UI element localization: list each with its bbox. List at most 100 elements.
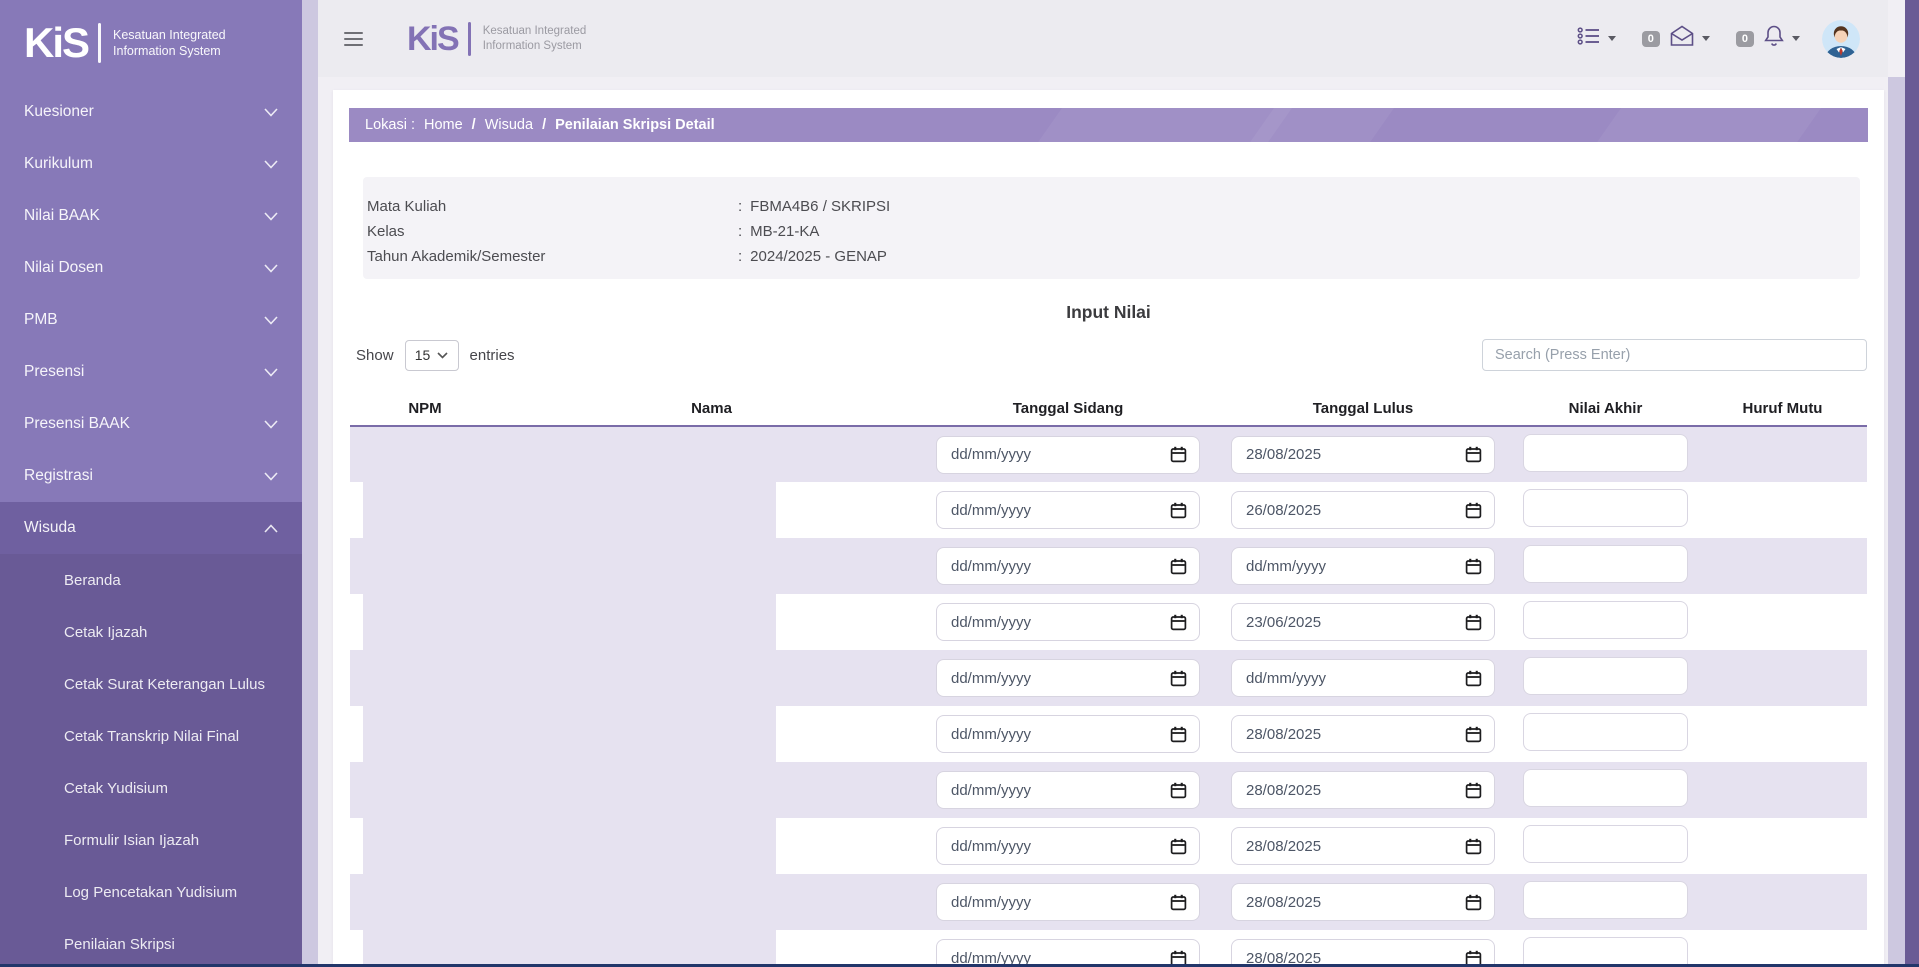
column-header-huruf-mutu: Huruf Mutu [1698, 392, 1867, 426]
sidebar-item-kuesioner[interactable]: Kuesioner [0, 86, 302, 138]
sidebar-subitem-penilaian-skripsi[interactable]: Penilaian Skripsi [0, 918, 302, 967]
sidebar-item-label: PMB [24, 311, 58, 329]
calendar-icon [1170, 894, 1187, 911]
sidebar-subitem-cetak-yudisium[interactable]: Cetak Yudisium [0, 762, 302, 814]
mail-icon [1669, 25, 1695, 52]
column-header-nama: Nama [500, 392, 923, 426]
tanggal-sidang-input[interactable]: dd/mm/yyyy [936, 827, 1200, 865]
date-value: 26/08/2025 [1246, 502, 1321, 519]
breadcrumb-link-home[interactable]: Home [424, 117, 463, 133]
chevron-down-icon [264, 212, 278, 221]
page-scrollbar-thumb[interactable] [1905, 0, 1919, 967]
sidebar-subitem-formulir-isian-ijazah[interactable]: Formulir Isian Ijazah [0, 814, 302, 866]
sidebar-item-wisuda[interactable]: Wisuda [0, 502, 302, 554]
tanggal-sidang-input[interactable]: dd/mm/yyyy [936, 547, 1200, 585]
tanggal-sidang-input[interactable]: dd/mm/yyyy [936, 491, 1200, 529]
sidebar-item-registrasi[interactable]: Registrasi [0, 450, 302, 502]
sidebar-subitem-cetak-surat-keterangan-lulus[interactable]: Cetak Surat Keterangan Lulus [0, 658, 302, 710]
calendar-icon [1465, 782, 1482, 799]
chevron-down-icon [264, 160, 278, 169]
nilai-akhir-input[interactable] [1523, 434, 1688, 472]
info-label: Kelas [367, 223, 738, 240]
date-value: dd/mm/yyyy [951, 446, 1031, 463]
breadcrumb-link-wisuda[interactable]: Wisuda [485, 117, 533, 133]
info-value: FBMA4B6 / SKRIPSI [750, 198, 890, 215]
sidebar: KiS Kesatuan Integrated Information Syst… [0, 0, 302, 967]
tanggal-sidang-input[interactable]: dd/mm/yyyy [936, 771, 1200, 809]
nilai-akhir-input[interactable] [1523, 489, 1688, 527]
info-row: Kelas:MB-21-KA [367, 219, 1860, 244]
tanggal-lulus-input[interactable]: 23/06/2025 [1231, 603, 1495, 641]
nilai-akhir-input[interactable] [1523, 881, 1688, 919]
chevron-down-icon [264, 316, 278, 325]
breadcrumb: Lokasi : Home / Wisuda / Penilaian Skrip… [349, 108, 1868, 142]
sidebar-item-pmb[interactable]: PMB [0, 294, 302, 346]
sidebar-item-label: Wisuda [24, 519, 76, 537]
nilai-akhir-input[interactable] [1523, 937, 1688, 967]
sidebar-subitem-cetak-transkrip-nilai-final[interactable]: Cetak Transkrip Nilai Final [0, 710, 302, 762]
tanggal-lulus-input[interactable]: dd/mm/yyyy [1231, 547, 1495, 585]
avatar[interactable] [1822, 20, 1860, 58]
sidebar-subitem-beranda[interactable]: Beranda [0, 554, 302, 606]
tanggal-sidang-input[interactable]: dd/mm/yyyy [936, 603, 1200, 641]
sidebar-subitem-log-pencetakan-yudisium[interactable]: Log Pencetakan Yudisium [0, 866, 302, 918]
calendar-icon [1465, 502, 1482, 519]
menu-toggle-icon[interactable] [340, 26, 367, 52]
tanggal-lulus-input[interactable]: 28/08/2025 [1231, 771, 1495, 809]
page-scrollbar-track[interactable] [1888, 77, 1905, 967]
chevron-down-icon [264, 472, 278, 481]
tanggal-lulus-input[interactable]: dd/mm/yyyy [1231, 659, 1495, 697]
huruf-mutu-cell [1698, 930, 1867, 967]
nilai-akhir-input[interactable] [1523, 713, 1688, 751]
calendar-icon [1465, 614, 1482, 631]
date-value: dd/mm/yyyy [951, 670, 1031, 687]
sidebar-subitem-cetak-ijazah[interactable]: Cetak Ijazah [0, 606, 302, 658]
sidebar-item-nilai-baak[interactable]: Nilai BAAK [0, 190, 302, 242]
tasks-menu[interactable] [1577, 26, 1616, 51]
tanggal-sidang-input[interactable]: dd/mm/yyyy [936, 436, 1200, 474]
huruf-mutu-cell [1698, 762, 1867, 818]
calendar-icon [1465, 670, 1482, 687]
calendar-icon [1170, 838, 1187, 855]
tanggal-lulus-input[interactable]: 28/08/2025 [1231, 715, 1495, 753]
tanggal-sidang-input[interactable]: dd/mm/yyyy [936, 883, 1200, 921]
huruf-mutu-cell [1698, 538, 1867, 594]
nilai-akhir-input[interactable] [1523, 601, 1688, 639]
date-value: 23/06/2025 [1246, 614, 1321, 631]
search-input[interactable] [1482, 339, 1867, 371]
main-content: Lokasi : Home / Wisuda / Penilaian Skrip… [333, 90, 1884, 967]
list-icon [1577, 26, 1601, 51]
tanggal-sidang-input[interactable]: dd/mm/yyyy [936, 659, 1200, 697]
tanggal-sidang-input[interactable]: dd/mm/yyyy [936, 715, 1200, 753]
chevron-down-icon [264, 264, 278, 273]
messages-menu[interactable]: 0 [1642, 25, 1710, 52]
tanggal-sidang-input[interactable]: dd/mm/yyyy [936, 939, 1200, 967]
sidebar-item-label: Nilai BAAK [24, 207, 100, 225]
logo-divider [98, 23, 101, 63]
huruf-mutu-cell [1698, 874, 1867, 930]
nilai-akhir-input[interactable] [1523, 657, 1688, 695]
calendar-icon [1465, 558, 1482, 575]
breadcrumb-separator: / [542, 117, 546, 133]
sidebar-item-kurikulum[interactable]: Kurikulum [0, 138, 302, 190]
tanggal-lulus-input[interactable]: 28/08/2025 [1231, 939, 1495, 967]
tanggal-lulus-input[interactable]: 26/08/2025 [1231, 491, 1495, 529]
sidebar-scrollbar[interactable] [302, 0, 318, 967]
date-value: dd/mm/yyyy [951, 838, 1031, 855]
logo-divider [468, 22, 471, 56]
tanggal-lulus-input[interactable]: 28/08/2025 [1231, 827, 1495, 865]
notifications-menu[interactable]: 0 [1736, 24, 1800, 53]
calendar-icon [1170, 614, 1187, 631]
sidebar-item-presensi[interactable]: Presensi [0, 346, 302, 398]
page-size-select[interactable]: 15 [405, 340, 459, 371]
nilai-akhir-input[interactable] [1523, 545, 1688, 583]
sidebar-item-presensi-baak[interactable]: Presensi BAAK [0, 398, 302, 450]
info-row: Mata Kuliah:FBMA4B6 / SKRIPSI [367, 194, 1860, 219]
sidebar-item-nilai-dosen[interactable]: Nilai Dosen [0, 242, 302, 294]
tanggal-lulus-input[interactable]: 28/08/2025 [1231, 883, 1495, 921]
nilai-akhir-input[interactable] [1523, 769, 1688, 807]
calendar-icon [1170, 670, 1187, 687]
topbar-icons: 0 0 [1551, 20, 1860, 58]
nilai-akhir-input[interactable] [1523, 825, 1688, 863]
tanggal-lulus-input[interactable]: 28/08/2025 [1231, 436, 1495, 474]
